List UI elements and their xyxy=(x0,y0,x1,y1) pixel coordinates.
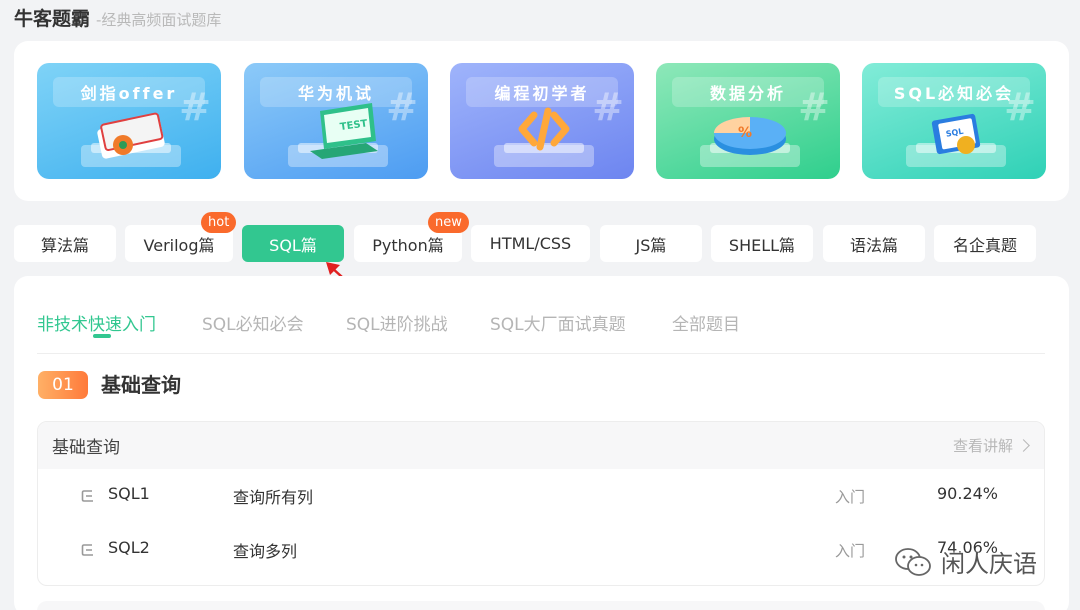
subtab-non-tech-intro[interactable]: 非技术快速入门 xyxy=(37,310,156,335)
view-explanation-link[interactable]: 查看讲解 xyxy=(952,435,1030,456)
problem-name[interactable]: 查询所有列 xyxy=(233,484,313,508)
problem-pass-rate: 90.24% xyxy=(937,484,999,503)
subtab-sql-must-know[interactable]: SQL必知必会 xyxy=(202,310,304,335)
book-icon xyxy=(97,112,165,159)
brand-title[interactable]: 牛客题霸 xyxy=(14,4,90,31)
section-number-badge: 01 xyxy=(38,371,88,399)
category-tab-sql[interactable]: SQL篇 xyxy=(242,225,344,262)
problem-icon xyxy=(81,544,93,556)
watermark: 闲人庆语 xyxy=(893,544,1037,579)
section-title: 基础查询 xyxy=(101,373,181,397)
svg-text:%: % xyxy=(738,125,752,141)
chevron-right-icon xyxy=(1017,439,1030,452)
banner-panel: 剑指offer # 华为机试 # TEST 编程初学者 # 数据分析 # % S… xyxy=(14,41,1069,201)
subtab-all-problems[interactable]: 全部题目 xyxy=(672,310,740,335)
next-problem-group xyxy=(37,601,1045,610)
wechat-icon xyxy=(895,547,931,576)
new-badge: new xyxy=(428,212,469,233)
table-row[interactable]: SQL1 查询所有列 入门 90.24% xyxy=(38,469,1044,523)
category-tab-html-css[interactable]: HTML/CSS xyxy=(471,225,590,262)
banner-card-beginner[interactable]: 编程初学者 # xyxy=(450,63,634,179)
divider xyxy=(37,353,1045,354)
problem-icon xyxy=(81,490,93,502)
problem-group-title: 基础查询 xyxy=(52,438,120,458)
category-tab-syntax[interactable]: 语法篇 xyxy=(823,225,925,262)
view-explanation-label: 查看讲解 xyxy=(952,437,1013,455)
active-tab-indicator xyxy=(93,334,111,338)
watermark-text: 闲人庆语 xyxy=(941,550,1037,578)
category-tab-shell[interactable]: SHELL篇 xyxy=(711,225,813,262)
problem-name[interactable]: 查询多列 xyxy=(233,538,297,562)
sql-book-icon: SQL xyxy=(931,113,981,155)
category-tab-algorithm[interactable]: 算法篇 xyxy=(14,225,116,262)
code-icon xyxy=(518,107,570,151)
brand-slogan: -经典高频面试题库 xyxy=(96,11,222,29)
problem-difficulty: 入门 xyxy=(835,542,866,560)
banner-card-data-analysis[interactable]: 数据分析 # % xyxy=(656,63,840,179)
banner-card-jianzhi-offer[interactable]: 剑指offer # xyxy=(37,63,221,179)
pie-chart-icon: % xyxy=(714,117,786,155)
banner-card-sql-must-know[interactable]: SQL必知必会 # SQL xyxy=(862,63,1046,179)
banner-card-huawei-test[interactable]: 华为机试 # TEST xyxy=(244,63,428,179)
problem-code: SQL2 xyxy=(108,538,150,557)
laptop-icon: TEST xyxy=(310,103,378,159)
subtab-sql-company-real[interactable]: SQL大厂面试真题 xyxy=(490,310,626,335)
problem-difficulty: 入门 xyxy=(835,488,866,506)
category-tab-js[interactable]: JS篇 xyxy=(600,225,702,262)
category-tab-company[interactable]: 名企真题 xyxy=(934,225,1036,262)
problem-group-header: 基础查询 查看讲解 xyxy=(38,422,1044,469)
subtab-sql-advanced[interactable]: SQL进阶挑战 xyxy=(346,310,448,335)
hot-badge: hot xyxy=(201,212,237,233)
site-header: 牛客题霸 -经典高频面试题库 xyxy=(14,4,221,30)
problem-code: SQL1 xyxy=(108,484,150,503)
